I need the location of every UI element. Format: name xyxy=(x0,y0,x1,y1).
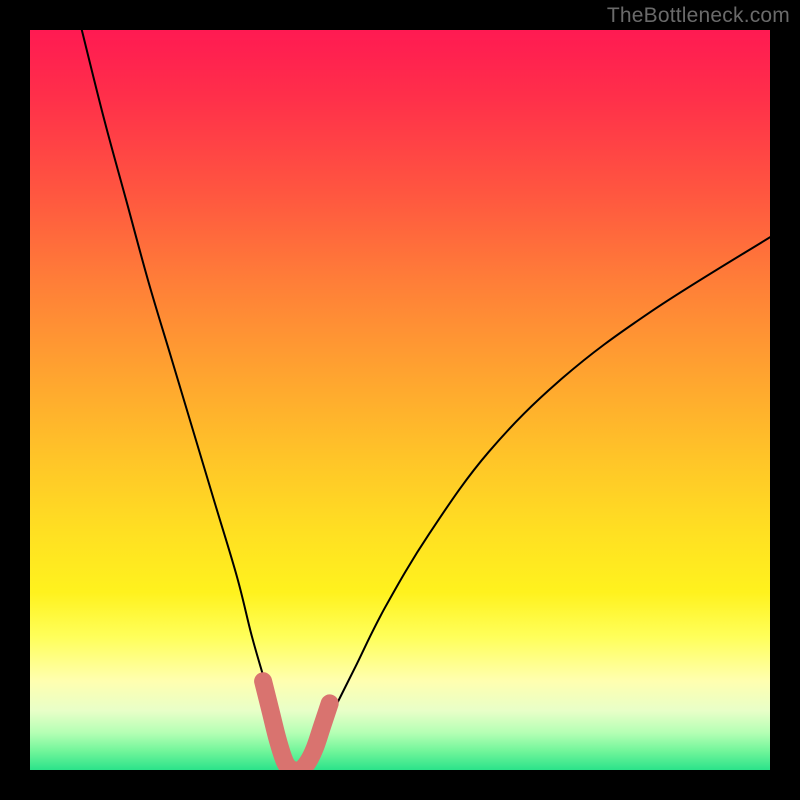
plot-area xyxy=(30,30,770,770)
chart-frame: TheBottleneck.com xyxy=(0,0,800,800)
background-gradient xyxy=(30,30,770,770)
watermark-text: TheBottleneck.com xyxy=(607,4,790,28)
